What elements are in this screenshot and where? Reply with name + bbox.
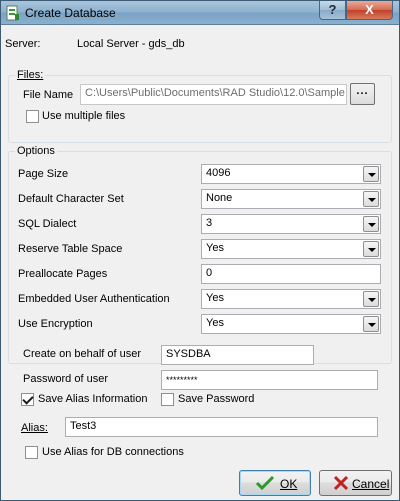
- ok-label-text: OK: [280, 477, 298, 491]
- close-button[interactable]: X: [346, 1, 393, 20]
- use-multiple-files-label[interactable]: Use multiple files: [42, 110, 125, 122]
- sql-dialect-label: SQL Dialect: [18, 218, 77, 230]
- embedded-user-authentication-label: Embedded User Authentication: [18, 293, 170, 305]
- database-app-icon: [6, 5, 19, 21]
- default-character-set-label: Default Character Set: [18, 193, 124, 205]
- checkmark-icon: [256, 475, 274, 491]
- chevron-down-icon[interactable]: [363, 166, 379, 182]
- save-alias-label[interactable]: Save Alias Information: [38, 393, 147, 405]
- default-character-set-combo[interactable]: None: [201, 189, 381, 209]
- sql-dialect-value: 3: [206, 217, 213, 229]
- use-encryption-label: Use Encryption: [18, 318, 93, 330]
- file-name-label: File Name: [23, 89, 74, 101]
- preallocate-pages-field[interactable]: 0: [201, 264, 381, 284]
- use-encryption-combo[interactable]: Yes: [201, 314, 381, 334]
- title-bar[interactable]: Create Database ? X: [1, 1, 399, 25]
- create-database-dialog: Create Database ? X Server: Local Server…: [0, 0, 400, 501]
- chevron-down-icon[interactable]: [363, 291, 379, 307]
- preallocate-pages-label: Preallocate Pages: [18, 268, 108, 280]
- server-label: Server:: [5, 38, 41, 50]
- use-alias-label[interactable]: Use Alias for DB connections: [42, 446, 184, 458]
- window-title: Create Database: [25, 6, 116, 20]
- files-group-title: Files:: [15, 69, 46, 81]
- save-alias-checkbox[interactable]: [21, 393, 34, 406]
- password-of-user-label: Password of user: [23, 373, 108, 385]
- files-group-label: Files:: [17, 69, 44, 81]
- create-on-behalf-label: Create on behalf of user: [23, 348, 142, 360]
- chevron-down-icon[interactable]: [363, 191, 379, 207]
- create-on-behalf-field[interactable]: SYSDBA: [161, 345, 314, 365]
- chevron-down-icon[interactable]: [363, 241, 379, 257]
- dialog-body: Server: Local Server - gds_db Files: Fil…: [4, 26, 396, 498]
- reserve-table-space-label: Reserve Table Space: [18, 243, 123, 255]
- help-button[interactable]: ?: [319, 1, 346, 20]
- save-password-label[interactable]: Save Password: [178, 393, 254, 405]
- ok-button[interactable]: OK: [239, 470, 311, 496]
- alias-label: Alias:: [21, 422, 48, 434]
- cancel-button[interactable]: Cancel: [319, 470, 392, 496]
- page-size-combo[interactable]: 4096: [201, 164, 381, 184]
- use-alias-checkbox[interactable]: [25, 446, 38, 459]
- cancel-x-icon: [333, 475, 349, 491]
- browse-button[interactable]: ...: [350, 83, 375, 105]
- embedded-user-authentication-value: Yes: [206, 292, 224, 304]
- password-field[interactable]: *********: [161, 370, 378, 390]
- embedded-user-authentication-combo[interactable]: Yes: [201, 289, 381, 309]
- ok-label: OK: [280, 477, 297, 491]
- cancel-label: Cancel: [352, 477, 389, 491]
- page-size-value: 4096: [206, 167, 231, 179]
- default-character-set-value: None: [206, 192, 233, 204]
- reserve-table-space-value: Yes: [206, 242, 224, 254]
- sql-dialect-combo[interactable]: 3: [201, 214, 381, 234]
- page-size-label: Page Size: [18, 168, 69, 180]
- use-encryption-value: Yes: [206, 317, 224, 329]
- save-password-checkbox[interactable]: [161, 393, 174, 406]
- use-multiple-files-checkbox[interactable]: [26, 110, 39, 123]
- options-group-title: Options: [15, 145, 57, 157]
- alias-label-text: Alias:: [21, 422, 48, 434]
- chevron-down-icon[interactable]: [363, 316, 379, 332]
- chevron-down-icon[interactable]: [363, 216, 379, 232]
- cancel-label-text: Cancel: [352, 477, 390, 491]
- server-value: Local Server - gds_db: [77, 38, 185, 50]
- reserve-table-space-combo[interactable]: Yes: [201, 239, 381, 259]
- alias-field[interactable]: Test3: [65, 417, 378, 437]
- file-name-field[interactable]: C:\Users\Public\Documents\RAD Studio\12.…: [80, 84, 347, 105]
